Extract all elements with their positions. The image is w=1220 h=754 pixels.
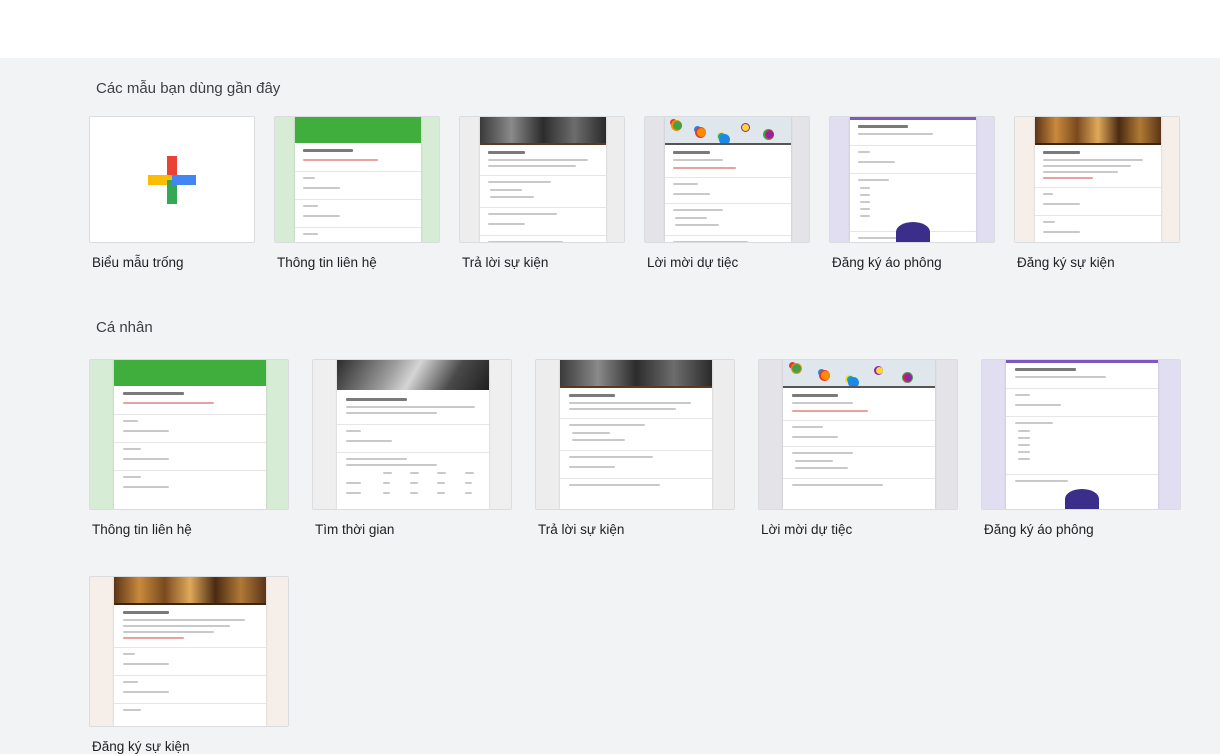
- template-card-label[interactable]: Thông tin liên hệ: [92, 522, 192, 537]
- template-preview-form: [1035, 117, 1161, 242]
- template-card-label[interactable]: Tìm thời gian: [315, 522, 394, 537]
- template-card-event[interactable]: [89, 576, 289, 727]
- template-preview-form: [783, 360, 935, 509]
- template-preview-form: [337, 360, 489, 509]
- template-card-rsvp[interactable]: [535, 359, 735, 510]
- template-card-tshirt[interactable]: [829, 116, 995, 243]
- template-card-tshirt[interactable]: [981, 359, 1181, 510]
- template-card-contact[interactable]: [89, 359, 289, 510]
- top-app-bar: [0, 0, 1220, 58]
- recent-templates-title: Các mẫu bạn dùng gần đây: [96, 80, 281, 97]
- template-card-party[interactable]: [758, 359, 958, 510]
- template-card-rsvp[interactable]: [459, 116, 625, 243]
- template-preview-form: [480, 117, 606, 242]
- template-card-label[interactable]: Đăng ký áo phông: [832, 255, 942, 270]
- template-preview-form: [1006, 360, 1158, 509]
- template-preview-form: [295, 117, 421, 242]
- template-card-label[interactable]: Đăng ký sự kiện: [92, 739, 190, 754]
- template-card-blank[interactable]: [89, 116, 255, 243]
- template-preview-form: [114, 577, 266, 726]
- template-card-label[interactable]: Lời mời dự tiệc: [647, 255, 738, 270]
- template-preview-form: [665, 117, 791, 242]
- template-card-party[interactable]: [644, 116, 810, 243]
- template-card-label[interactable]: Biểu mẫu trống: [92, 255, 184, 270]
- template-card-label[interactable]: Trả lời sự kiện: [538, 522, 624, 537]
- personal-templates-title: Cá nhân: [96, 319, 153, 336]
- template-card-label[interactable]: Thông tin liên hệ: [277, 255, 377, 270]
- template-card-label[interactable]: Đăng ký áo phông: [984, 522, 1094, 537]
- tshirt-icon: [896, 222, 930, 242]
- template-card-label[interactable]: Trả lời sự kiện: [462, 255, 548, 270]
- template-preview-form: [560, 360, 712, 509]
- template-card-time[interactable]: [312, 359, 512, 510]
- template-preview-form: [850, 117, 976, 242]
- template-preview-form: [114, 360, 266, 509]
- template-card-label[interactable]: Đăng ký sự kiện: [1017, 255, 1115, 270]
- template-card-label[interactable]: Lời mời dự tiệc: [761, 522, 852, 537]
- template-card-contact[interactable]: [274, 116, 440, 243]
- tshirt-icon: [1065, 489, 1099, 509]
- plus-icon: [148, 155, 196, 204]
- template-card-event[interactable]: [1014, 116, 1180, 243]
